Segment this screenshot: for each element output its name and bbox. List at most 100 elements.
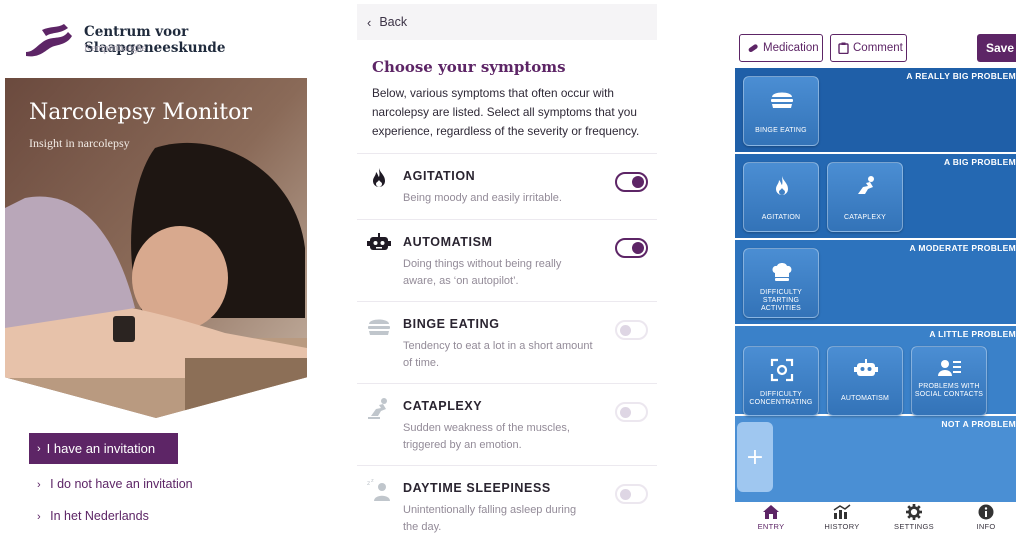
falling-person-icon	[368, 398, 387, 419]
home-icon	[763, 505, 779, 519]
clipboard-icon	[838, 42, 849, 54]
sleeping-person-icon: z z	[367, 478, 390, 501]
burger-icon	[368, 319, 390, 335]
tile-difficulty-starting[interactable]: DIFFICULTY STARTING ACTIVITIES	[743, 248, 819, 318]
hero-title: Narcolepsy Monitor	[29, 100, 252, 125]
org-subtitle: Kempenhaeghe	[84, 43, 147, 54]
dutch-language-label: In het Nederlands	[50, 509, 149, 523]
info-icon	[978, 504, 994, 520]
no-invitation-link[interactable]: › I do not have an invitation	[37, 477, 193, 491]
chevron-right-icon: ›	[37, 479, 41, 491]
toggle-knob	[632, 176, 644, 188]
entry-screen: Medication Comment Save A REALLY BIG PRO…	[735, 0, 1016, 538]
svg-text:z: z	[367, 480, 370, 487]
toggle-knob	[620, 407, 631, 418]
medication-button[interactable]: Medication	[739, 34, 823, 62]
symptom-row-automatism: AUTOMATISM Doing things without being re…	[357, 219, 657, 301]
symptom-name: AUTOMATISM	[403, 235, 493, 249]
flame-icon	[776, 176, 788, 195]
chevron-right-icon: ›	[37, 442, 41, 455]
tile-social-contacts[interactable]: PROBLEMS WITH SOCIAL CONTACTS	[911, 346, 987, 416]
tile-label: DIFFICULTY STARTING ACTIVITIES	[760, 289, 802, 312]
back-label: Back	[379, 15, 408, 29]
band-label: NOT A PROBLEM	[941, 419, 1016, 429]
tile-difficulty-concentrating[interactable]: DIFFICULTY CONCENTRATING	[743, 346, 819, 416]
gear-icon	[906, 504, 922, 520]
chevron-left-icon: ‹	[367, 14, 372, 30]
pill-icon	[748, 44, 758, 53]
symptom-description: Being moody and easily irritable.	[403, 192, 562, 204]
severity-band-none[interactable]: NOT A PROBLEM	[735, 416, 1016, 502]
symptom-name: AGITATION	[403, 169, 476, 183]
symptom-row-agitation: AGITATION Being moody and easily irritab…	[357, 153, 657, 219]
falling-person-icon	[858, 176, 874, 194]
nav-label: ENTRY	[757, 522, 785, 531]
comment-button[interactable]: Comment	[830, 34, 907, 62]
symptom-description: Doing things without being really aware,…	[403, 258, 562, 287]
chevron-right-icon: ›	[37, 511, 41, 523]
band-label: A BIG PROBLEM	[943, 157, 1016, 167]
tile-label: CATAPLEXY	[844, 214, 886, 221]
toggle-knob	[632, 242, 644, 254]
chef-hat-icon	[772, 263, 792, 281]
burger-icon	[771, 92, 793, 108]
hands-logo-icon	[26, 24, 72, 57]
medication-label: Medication	[763, 42, 819, 54]
back-button[interactable]: ‹ Back	[357, 4, 657, 40]
history-chart-icon	[833, 504, 851, 519]
tile-label: AUTOMATISM	[840, 395, 890, 402]
nav-label: INFO	[976, 522, 996, 531]
symptom-toggle[interactable]	[615, 172, 648, 192]
robot-icon	[854, 359, 878, 376]
nav-settings[interactable]: SETTINGS	[884, 504, 944, 531]
symptom-description: Tendency to eat a lot in a short amount …	[403, 340, 593, 369]
add-symptom-button[interactable]: +	[737, 422, 773, 492]
svg-text:z: z	[371, 478, 374, 484]
toggle-knob	[620, 325, 631, 336]
band-label: A LITTLE PROBLEM	[929, 329, 1016, 339]
nav-history[interactable]: HISTORY	[812, 504, 872, 531]
tile-cataplexy[interactable]: CATAPLEXY	[827, 162, 903, 232]
symptom-description: Unintentionally falling asleep during th…	[403, 504, 577, 533]
tile-agitation[interactable]: AGITATION	[743, 162, 819, 232]
symptom-description: Sudden weakness of the muscles, triggere…	[403, 422, 570, 451]
nav-info[interactable]: INFO	[956, 504, 1016, 531]
symptom-row-binge-eating: BINGE EATING Tendency to eat a lot in a …	[357, 301, 657, 383]
band-label: A REALLY BIG PROBLEM	[906, 71, 1016, 81]
page-title: Choose your symptoms	[372, 58, 566, 76]
robot-icon	[367, 233, 391, 250]
people-icon	[938, 360, 961, 376]
symptom-toggle[interactable]	[615, 320, 648, 340]
save-button[interactable]: Save	[977, 34, 1016, 62]
focus-icon	[770, 358, 794, 382]
no-invitation-label: I do not have an invitation	[50, 477, 193, 491]
have-invitation-button[interactable]: › I have an invitation	[29, 433, 178, 464]
band-label: A MODERATE PROBLEM	[909, 243, 1016, 253]
symptoms-intro: Below, various symptoms that often occur…	[372, 86, 640, 138]
sleeping-woman-photo	[5, 78, 307, 418]
tile-label: AGITATION	[761, 214, 801, 221]
symptom-name: BINGE EATING	[403, 317, 500, 331]
flame-icon	[373, 168, 385, 187]
dutch-language-link[interactable]: › In het Nederlands	[37, 509, 149, 523]
symptom-row-cataplexy: CATAPLEXY Sudden weakness of the muscles…	[357, 383, 657, 465]
nav-label: SETTINGS	[894, 522, 934, 531]
hero-subtitle: Insight in narcolepsy	[29, 136, 130, 150]
tile-binge-eating[interactable]: BINGE EATING	[743, 76, 819, 146]
symptom-name: CATAPLEXY	[403, 399, 483, 413]
symptoms-screen: ‹ Back Choose your symptoms Below, vario…	[357, 0, 657, 538]
symptom-name: DAYTIME SLEEPINESS	[403, 481, 551, 495]
nav-entry[interactable]: ENTRY	[741, 504, 801, 531]
comment-label: Comment	[853, 42, 903, 54]
toggle-knob	[620, 489, 631, 500]
have-invitation-label: I have an invitation	[46, 441, 156, 456]
tile-automatism[interactable]: AUTOMATISM	[827, 346, 903, 416]
tile-label: PROBLEMS WITH SOCIAL CONTACTS	[914, 383, 984, 398]
tile-label: DIFFICULTY CONCENTRATING	[749, 391, 813, 406]
hero-image: Narcolepsy Monitor Insight in narcolepsy	[5, 78, 307, 418]
symptom-row-daytime-sleepiness: z z DAYTIME SLEEPINESS Unintentionally f…	[357, 465, 657, 538]
welcome-screen: Centrum voor Slaapgeneeskunde Kempenhaeg…	[0, 0, 320, 538]
symptom-toggle[interactable]	[615, 484, 648, 504]
symptom-toggle[interactable]	[615, 402, 648, 422]
symptom-toggle[interactable]	[615, 238, 648, 258]
